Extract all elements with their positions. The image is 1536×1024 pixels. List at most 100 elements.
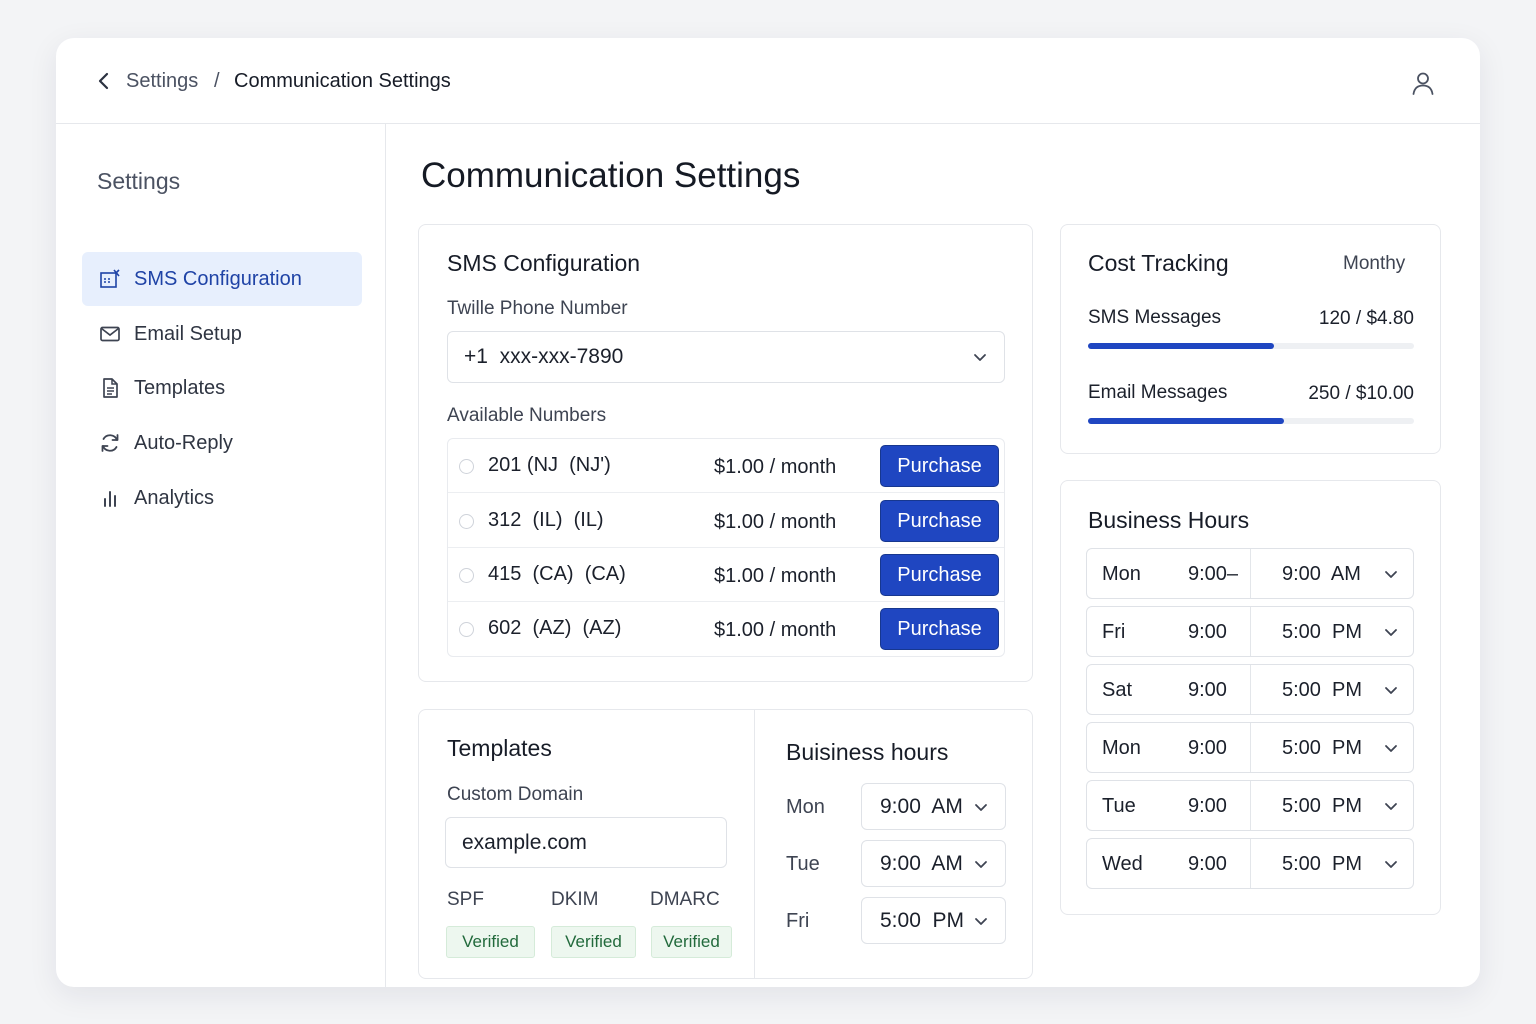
dkim-status-badge: Verified [551,926,636,958]
hours-day: Mon [1102,737,1141,759]
sidebar-item-sms-configuration[interactable]: SMS Configuration [82,252,362,306]
spf-status-badge: Verified [446,926,535,958]
refresh-icon [101,434,119,452]
hours-open: 9:00– [1188,563,1239,585]
chevron-down-icon [1385,571,1397,578]
card-title: Templates [447,735,552,761]
hours-row[interactable]: Sat 9:00 5:00 PM [1086,664,1414,715]
user-icon[interactable] [1410,70,1436,96]
number-price: $1.00 / month [714,456,837,478]
chevron-down-icon [1385,629,1397,636]
hours-close: 5:00 PM [1282,737,1363,759]
chevron-down-icon [1385,745,1397,752]
mail-icon [100,326,120,342]
sidebar: Settings SMS Configuration Email Setup T… [56,124,386,987]
number-radio[interactable] [459,459,474,474]
available-numbers-label: Available Numbers [447,405,607,426]
bar-chart-icon [104,491,116,507]
time-value: 5:00 PM [880,908,965,932]
hours-day: Wed [1102,853,1143,875]
hours-row[interactable]: Mon 9:00– 9:00 AM [1086,548,1414,599]
hours-divider [1250,723,1251,772]
hours-open: 9:00 [1188,737,1227,759]
sms-configuration-card: SMS Configuration Twille Phone Number +1… [418,224,1033,682]
day-label: Fri [786,910,810,932]
chevron-down-icon [1385,687,1397,694]
hours-row[interactable]: Wed 9:00 5:00 PM [1086,838,1414,889]
number-code: 602 (AZ) (AZ) [488,617,622,639]
hours-close: 5:00 PM [1282,679,1363,701]
hours-open: 9:00 [1188,795,1227,817]
sidebar-title: Settings [97,168,181,194]
custom-domain-input[interactable]: example.com [445,817,727,868]
hours-row[interactable]: Tue 9:00 5:00 PM [1086,780,1414,831]
number-row: 312 (IL) (IL) $1.00 / month Purchase [448,494,1004,548]
dkim-label: DKIM [551,889,599,910]
hours-row[interactable]: Fri 9:00 5:00 PM [1086,606,1414,657]
hours-divider [1250,665,1251,714]
hours-day: Tue [1102,795,1136,817]
app-window: Settings / Communication Settings Settin… [56,38,1480,987]
time-value: 9:00 AM [880,794,963,818]
hours-open: 9:00 [1188,853,1227,875]
sidebar-item-email-setup[interactable]: Email Setup [82,307,362,361]
custom-domain-label: Custom Domain [447,784,584,805]
sms-cost-progress [1088,343,1414,349]
cost-period[interactable]: Monthy [1343,253,1405,275]
number-code: 312 (IL) (IL) [488,509,604,531]
card-divider [754,710,755,978]
breadcrumb-separator: / [214,70,220,92]
purchase-button[interactable]: Purchase [880,500,999,542]
chevron-down-icon [974,354,986,361]
business-hours-small-title: Buisiness hours [786,739,949,765]
sidebar-item-label: Templates [134,376,226,399]
time-select[interactable]: 5:00 PM [861,897,1006,944]
time-select[interactable]: 9:00 AM [861,783,1006,830]
number-row: 415 (CA) (CA) $1.00 / month Purchase [448,548,1004,602]
chevron-down-icon [975,917,987,925]
sidebar-item-label: Email Setup [134,322,242,345]
phone-number-value: +1 xxx-xxx-7890 [464,345,624,368]
card-title: Cost Tracking [1088,250,1229,276]
phone-number-select[interactable]: +1 xxx-xxx-7890 [447,331,1005,383]
hours-day: Sat [1102,679,1133,701]
number-code: 415 (CA) (CA) [488,563,626,585]
purchase-button[interactable]: Purchase [880,608,999,650]
chevron-left-icon[interactable] [94,71,114,91]
chevron-down-icon [1385,803,1397,810]
number-price: $1.00 / month [714,565,837,587]
purchase-button[interactable]: Purchase [880,554,999,596]
hours-close: 5:00 PM [1282,621,1363,643]
chevron-down-icon [975,860,987,868]
sidebar-item-label: Analytics [134,486,215,509]
sidebar-item-label: SMS Configuration [134,267,302,290]
sidebar-item-analytics[interactable]: Analytics [82,471,362,525]
hours-day: Fri [1102,621,1126,643]
business-hours-card: Business Hours Mon 9:00– 9:00 AM Fri 9:0… [1060,480,1441,915]
cost-tracking-card: Cost Tracking Monthy SMS Messages 120 / … [1060,224,1441,454]
templates-card: Templates Custom Domain example.com SPF … [418,709,1033,979]
number-radio[interactable] [459,622,474,637]
cost-item-value: 120 / $4.80 [1318,308,1414,329]
time-value: 9:00 AM [880,851,963,875]
hours-close: 5:00 PM [1282,795,1363,817]
number-price: $1.00 / month [714,619,837,641]
sidebar-item-auto-reply[interactable]: Auto-Reply [82,416,362,470]
number-row: 201 (NJ (NJ') $1.00 / month Purchase [448,439,1004,493]
email-cost-progress [1088,418,1414,424]
sidebar-item-templates[interactable]: Templates [82,361,362,415]
breadcrumb-settings-link[interactable]: Settings [126,70,198,93]
hours-row[interactable]: Mon 9:00 5:00 PM [1086,722,1414,773]
number-price: $1.00 / month [714,511,837,533]
number-radio[interactable] [459,514,474,529]
hours-close: 9:00 AM [1282,563,1361,585]
dmarc-label: DMARC [650,889,720,910]
chevron-down-icon [1385,861,1397,868]
hours-divider [1250,549,1251,598]
day-label: Tue [786,853,820,875]
top-bar: Settings / Communication Settings [56,38,1480,124]
time-select[interactable]: 9:00 AM [861,840,1006,887]
cost-item-value: 250 / $10.00 [1308,383,1414,404]
number-radio[interactable] [459,568,474,583]
purchase-button[interactable]: Purchase [880,445,999,487]
